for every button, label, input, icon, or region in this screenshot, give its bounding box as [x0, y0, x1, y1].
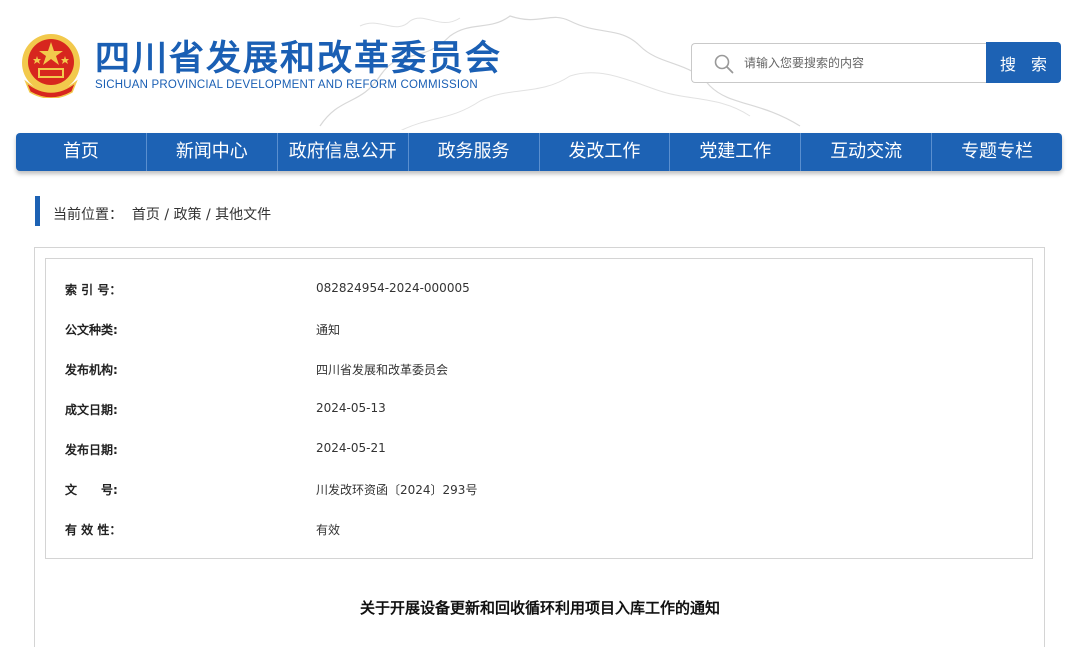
document-metadata: 索 引 号： 082824954-2024-000005 公文种类: 通知 发布… [45, 258, 1033, 559]
search-input[interactable] [744, 44, 980, 82]
nav-item-services[interactable]: 政务服务 [409, 133, 540, 171]
meta-row-doc-type: 公文种类: 通知 [46, 321, 1032, 341]
breadcrumb-item-other-docs[interactable]: 其他文件 [215, 207, 271, 223]
nav-item-home[interactable]: 首页 [16, 133, 147, 171]
meta-row-publisher: 发布机构: 四川省发展和改革委员会 [46, 361, 1032, 381]
nav-item-topics[interactable]: 专题专栏 [932, 133, 1062, 171]
meta-value: 川发改环资函〔2024〕293号 [316, 483, 478, 497]
meta-row-doc-number: 文 号: 川发改环资函〔2024〕293号 [46, 481, 1032, 501]
meta-label: 成文日期: [65, 403, 118, 417]
meta-label: 公文种类: [65, 323, 118, 337]
meta-value: 四川省发展和改革委员会 [316, 363, 449, 377]
meta-label: 发布日期: [65, 443, 118, 457]
breadcrumb-item-policy[interactable]: 政策 [174, 207, 202, 223]
meta-label: 文 号: [65, 483, 118, 497]
main-nav: 首页 新闻中心 政府信息公开 政务服务 发改工作 党建工作 互动交流 专题专栏 [16, 133, 1062, 171]
meta-value: 2024-05-13 [316, 401, 386, 415]
search-icon [714, 54, 734, 74]
meta-value: 通知 [316, 323, 341, 337]
nav-item-party-work[interactable]: 党建工作 [670, 133, 802, 171]
breadcrumb-separator: / [159, 207, 174, 223]
meta-value: 2024-05-21 [316, 441, 386, 455]
search-button[interactable]: 搜 索 [986, 42, 1061, 83]
breadcrumb-marker [35, 196, 40, 226]
document-title: 关于开展设备更新和回收循环利用项目入库工作的通知 [359, 599, 720, 617]
meta-label: 发布机构: [65, 363, 118, 377]
meta-label: 索 引 号： [65, 283, 122, 297]
breadcrumb-prefix: 当前位置： [53, 207, 123, 223]
nav-item-interaction[interactable]: 互动交流 [801, 133, 933, 171]
breadcrumb: 当前位置： 首页 / 政策 / 其他文件 [53, 204, 271, 224]
meta-row-index: 索 引 号： 082824954-2024-000005 [46, 281, 1032, 301]
meta-row-validity: 有 效 性： 有效 [46, 521, 1032, 541]
meta-row-publish-date: 发布日期: 2024-05-21 [46, 441, 1032, 461]
meta-label: 有 效 性： [65, 523, 122, 537]
national-emblem-icon [22, 34, 80, 98]
meta-row-written-date: 成文日期: 2024-05-13 [46, 401, 1032, 421]
nav-item-reform-work[interactable]: 发改工作 [540, 133, 671, 171]
site-subtitle: SICHUAN PROVINCIAL DEVELOPMENT AND REFOR… [95, 79, 478, 91]
meta-value: 有效 [316, 523, 341, 537]
meta-value: 082824954-2024-000005 [316, 281, 470, 295]
breadcrumb-item-home[interactable]: 首页 [132, 207, 160, 223]
site-title: 四川省发展和改革委员会 [95, 39, 503, 79]
nav-item-gov-info[interactable]: 政府信息公开 [278, 133, 409, 171]
search-box [691, 43, 987, 83]
nav-item-news[interactable]: 新闻中心 [147, 133, 278, 171]
breadcrumb-separator: / [201, 207, 216, 223]
